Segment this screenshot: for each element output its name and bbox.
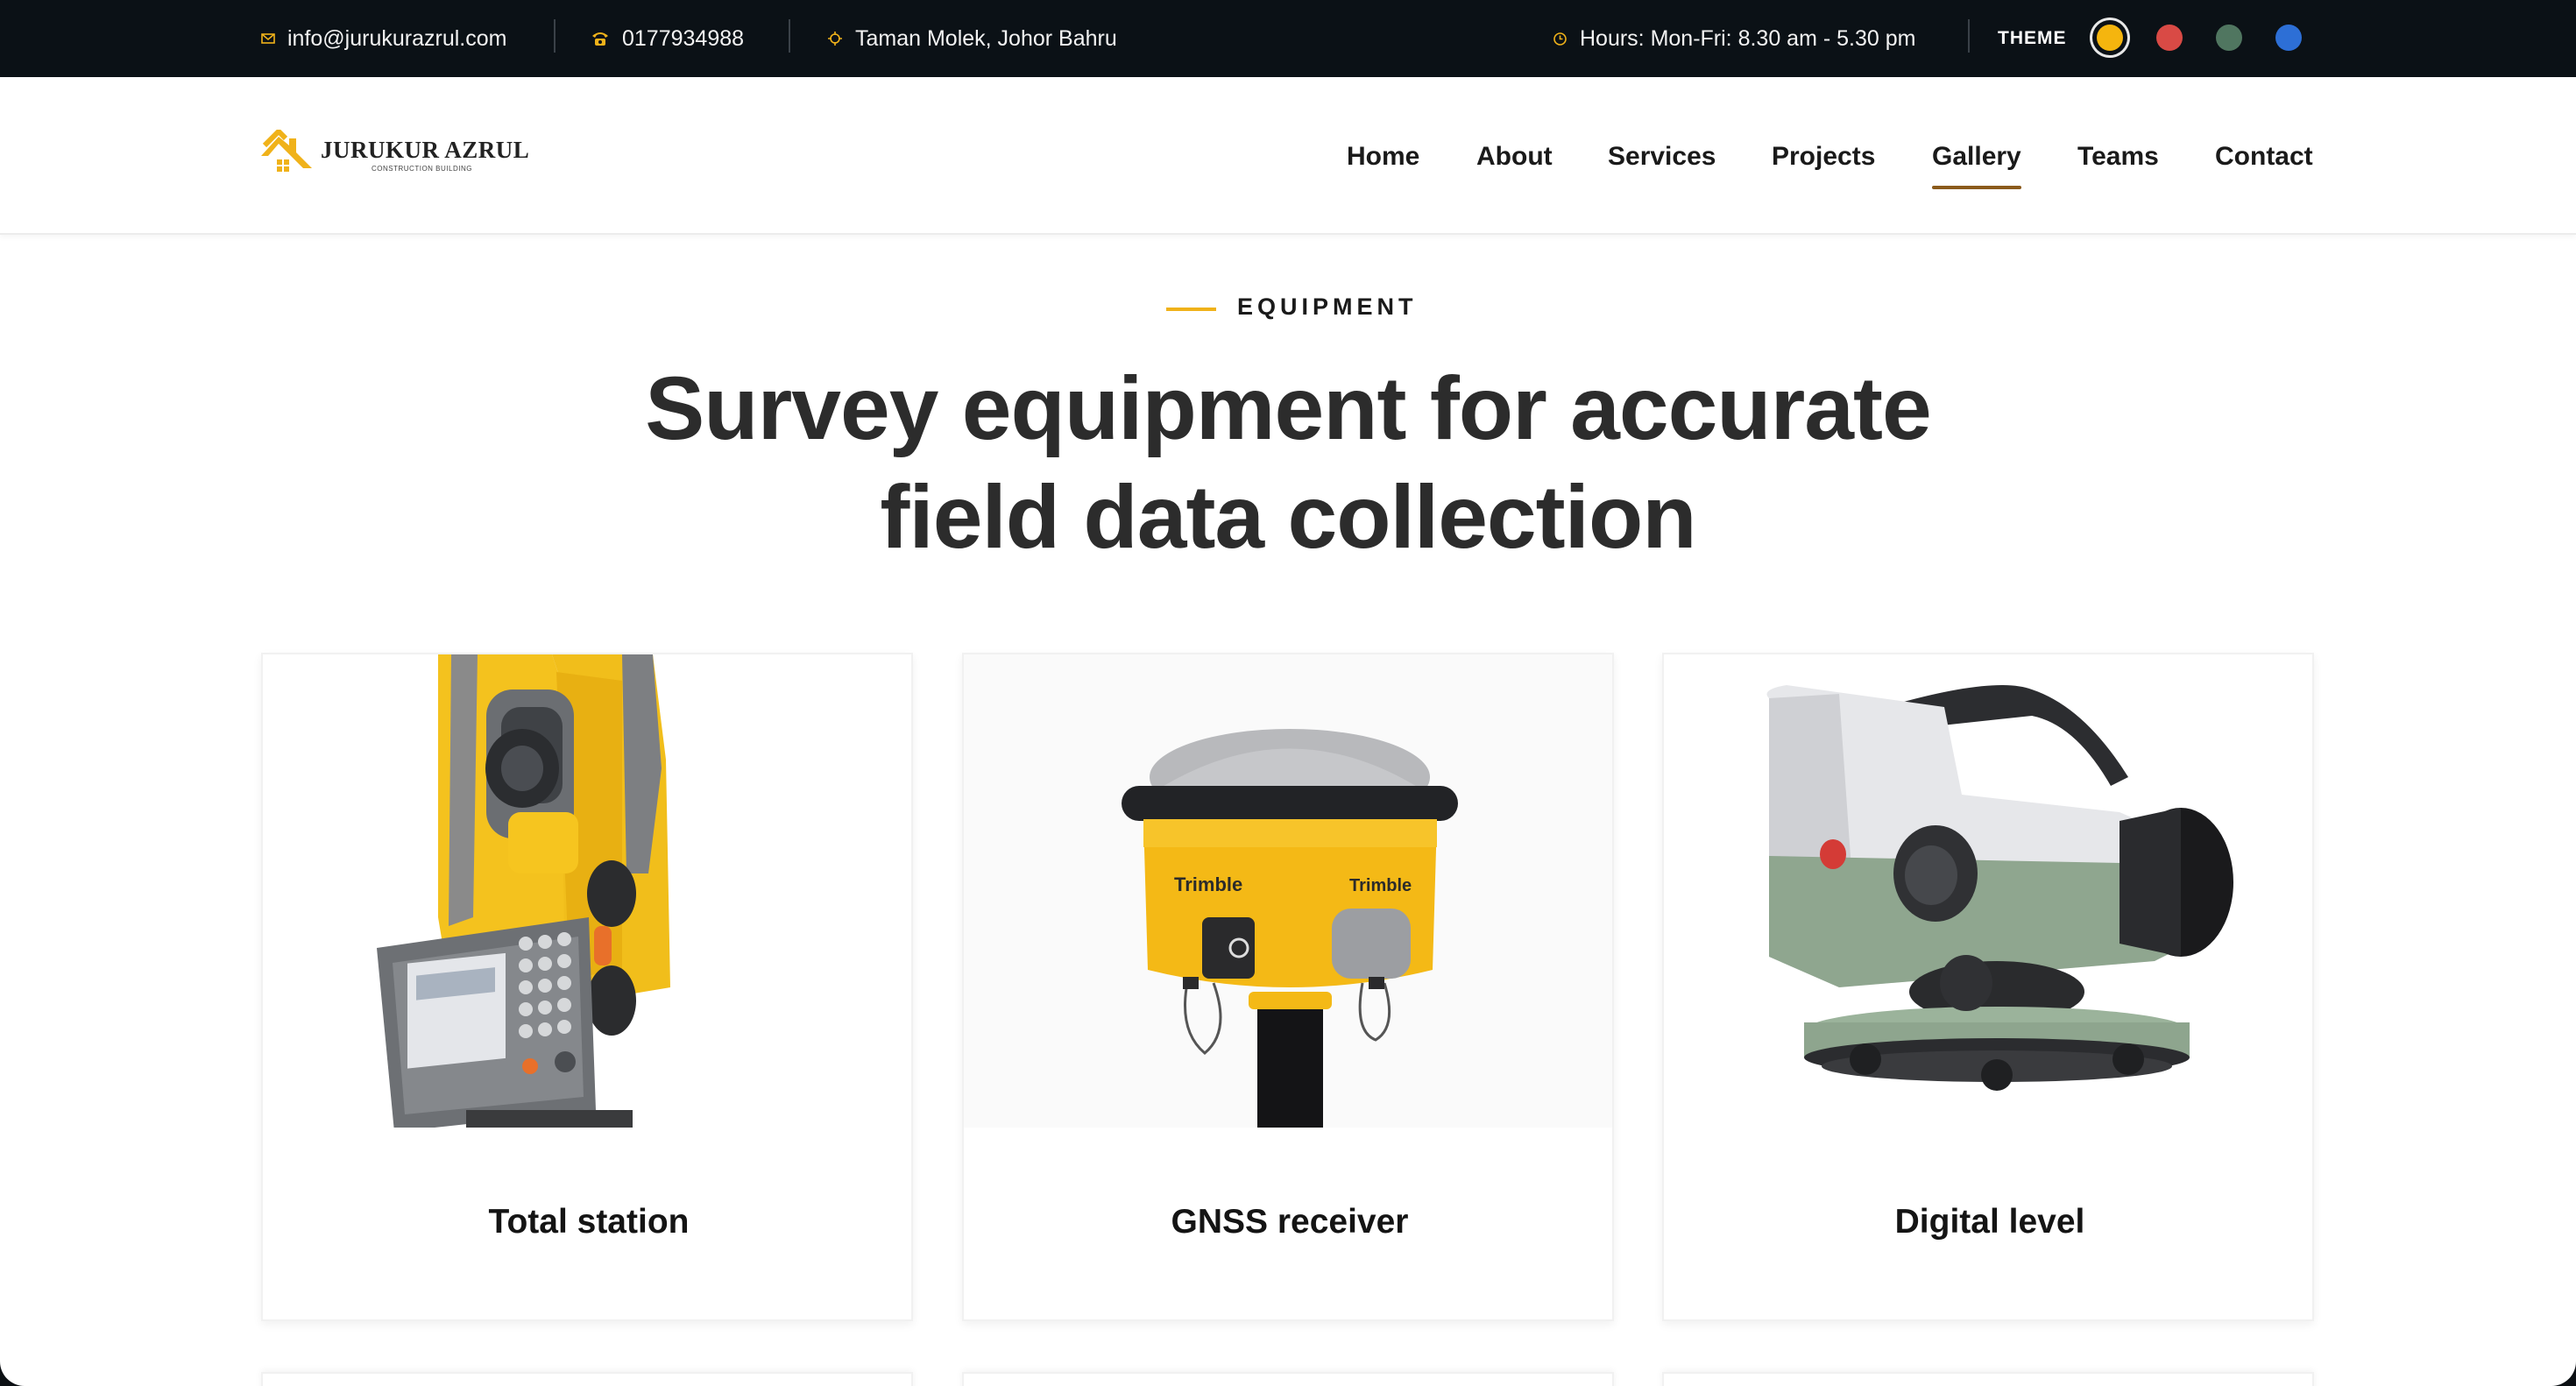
nav-services[interactable]: Services	[1608, 142, 1716, 172]
phone-text: 0177934988	[622, 25, 745, 51]
business-hours: Hours: Mon-Fri: 8.30 am - 5.30 pm	[1553, 0, 1915, 77]
eyebrow-accent-line	[1166, 308, 1216, 311]
mail-icon	[261, 33, 275, 44]
house-logo-icon	[261, 130, 312, 172]
total-station-image	[263, 654, 911, 1128]
location-contact[interactable]: Taman Molek, Johor Bahru	[827, 0, 1117, 77]
trimble-brand-text-left: Trimble	[1174, 873, 1242, 895]
clock-icon	[1553, 32, 1568, 46]
location-icon	[827, 31, 843, 46]
section-eyebrow: EQUIPMENT	[1237, 293, 1418, 320]
equipment-card-total-station[interactable]: Total station	[261, 653, 913, 1321]
gnss-receiver-image: Trimble Trimble	[964, 654, 1612, 1128]
nav-active-indicator	[1932, 186, 2021, 189]
location-text: Taman Molek, Johor Bahru	[855, 25, 1117, 51]
trimble-brand-text-right: Trimble	[1349, 876, 1412, 895]
nav-contact[interactable]: Contact	[2215, 142, 2313, 172]
theme-swatch-red[interactable]	[2156, 25, 2183, 51]
digital-level-image	[1664, 654, 2312, 1128]
theme-swatch-blue[interactable]	[2275, 25, 2302, 51]
email-contact[interactable]: info@jurukurazrul.com	[261, 0, 506, 77]
nav-teams[interactable]: Teams	[2077, 142, 2159, 172]
theme-swatch-green[interactable]	[2216, 25, 2242, 51]
email-text: info@jurukurazrul.com	[287, 25, 507, 51]
equipment-card-next-row[interactable]	[1662, 1372, 2314, 1386]
nav-gallery[interactable]: Gallery	[1932, 142, 2021, 172]
logo-name: JURUKUR AZRUL	[321, 137, 530, 163]
site-logo[interactable]: JURUKUR AZRUL CONSTRUCTION BUILDING	[259, 130, 531, 182]
card-title: Digital level	[1894, 1203, 2085, 1241]
hours-text: Hours: Mon-Fri: 8.30 am - 5.30 pm	[1580, 25, 1916, 51]
equipment-card-gnss-receiver[interactable]: Trimble Trimble GNSS receiver	[962, 653, 1614, 1321]
card-title: Total station	[488, 1203, 690, 1241]
divider	[1968, 19, 1970, 53]
theme-swatch-yellow[interactable]	[2097, 25, 2123, 51]
card-title: GNSS receiver	[1171, 1203, 1409, 1241]
section-heading: Survey equipment for accurate field data…	[0, 354, 2576, 571]
heading-line-2: field data collection	[880, 467, 1696, 567]
main-header: JURUKUR AZRUL CONSTRUCTION BUILDING Home…	[0, 77, 2576, 235]
nav-home[interactable]: Home	[1347, 142, 1419, 172]
divider	[789, 19, 790, 53]
equipment-card-digital-level[interactable]: Digital level	[1662, 653, 2314, 1321]
equipment-card-next-row[interactable]	[261, 1372, 913, 1386]
theme-label: THEME	[1998, 28, 2067, 48]
equipment-card-next-row[interactable]	[962, 1372, 1614, 1386]
page: info@jurukurazrul.com 0177934988 Taman M…	[0, 0, 2576, 1386]
nav-about[interactable]: About	[1476, 142, 1553, 172]
phone-icon	[591, 30, 610, 47]
logo-tagline: CONSTRUCTION BUILDING	[372, 165, 472, 173]
divider	[554, 19, 556, 53]
heading-line-1: Survey equipment for accurate	[645, 358, 1931, 458]
phone-contact[interactable]: 0177934988	[591, 0, 744, 77]
top-bar: info@jurukurazrul.com 0177934988 Taman M…	[0, 0, 2576, 77]
nav-projects[interactable]: Projects	[1772, 142, 1875, 172]
